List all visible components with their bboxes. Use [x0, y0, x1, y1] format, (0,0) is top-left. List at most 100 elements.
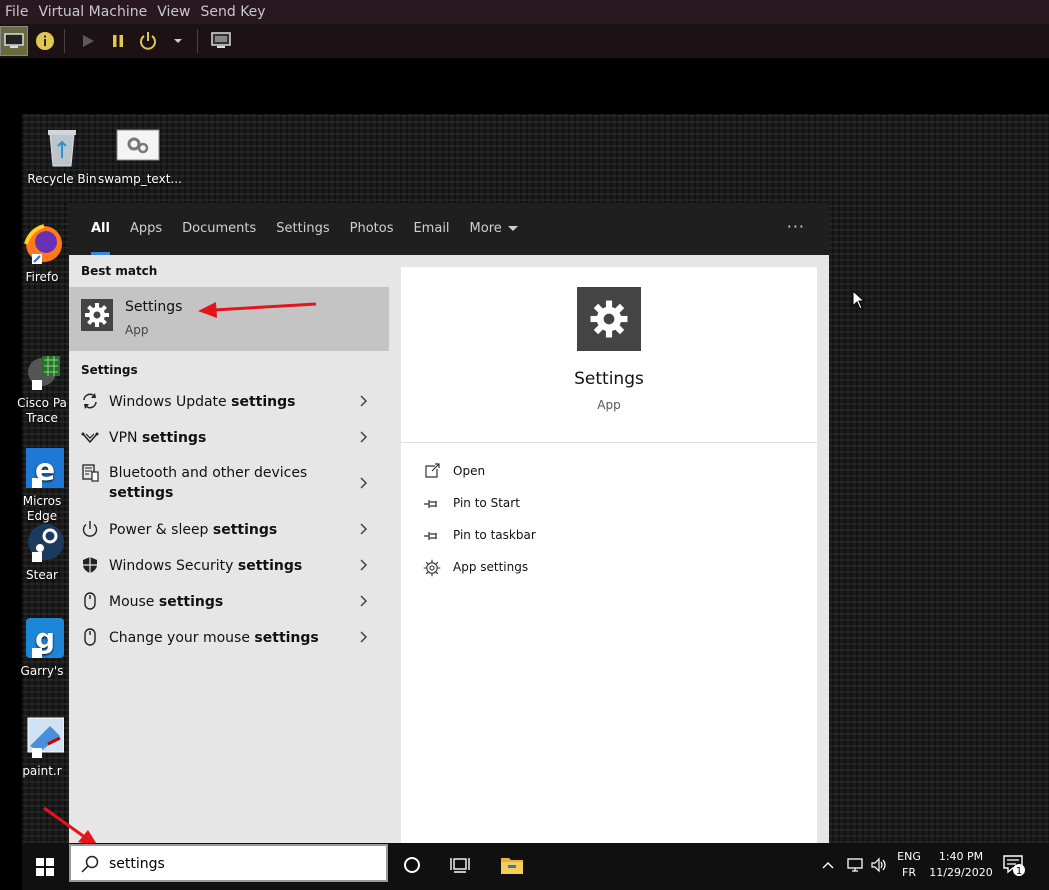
gear-icon [423, 559, 441, 577]
language-top: ENG [897, 850, 921, 863]
desktop-icon-label: swamp_text... [98, 172, 182, 186]
menu-virtual-machine[interactable]: Virtual Machine [33, 1, 152, 23]
chevron-right-icon[interactable] [355, 593, 371, 609]
monitor-icon[interactable] [0, 26, 28, 56]
sync-icon [81, 392, 99, 410]
shield-icon [81, 556, 99, 574]
chevron-right-icon[interactable] [355, 475, 371, 491]
toolbar-separator [197, 29, 198, 53]
chevron-right-icon[interactable] [355, 629, 371, 645]
preview-title: Settings [574, 369, 644, 389]
mouse-icon [81, 628, 99, 646]
result-label: Windows Update [109, 394, 232, 410]
taskbar-search-box[interactable] [69, 844, 388, 882]
fullscreen-icon[interactable] [208, 28, 234, 54]
result-change-mouse-settings[interactable]: Change your mouse settings [69, 619, 389, 655]
chevron-down-icon[interactable] [165, 28, 191, 54]
pin-icon [423, 495, 441, 513]
desktop-icon-garrys-mod[interactable]: g Garry's [14, 616, 70, 679]
more-options-icon[interactable]: ··· [787, 203, 805, 251]
tab-documents[interactable]: Documents [172, 203, 266, 255]
desktop-icon-swamp-text[interactable]: swamp_text... [98, 124, 182, 187]
firefox-icon [20, 222, 64, 266]
pause-icon[interactable] [105, 28, 131, 54]
result-windows-update-settings[interactable]: Windows Update settings [69, 383, 389, 419]
network-icon[interactable] [844, 851, 866, 879]
action-label: Pin to Start [453, 496, 520, 510]
result-label: Change your mouse [109, 630, 255, 646]
chevron-right-icon[interactable] [355, 429, 371, 445]
language-bottom: FR [902, 866, 916, 879]
result-label-bold: settings [254, 630, 319, 646]
devices-icon [81, 464, 99, 482]
settings-header: Settings [81, 363, 138, 377]
clock-date: 11/29/2020 [929, 866, 993, 879]
start-search-panel: All Apps Documents Settings Photos Email… [69, 203, 829, 843]
pin-icon [423, 527, 441, 545]
task-view-icon[interactable] [446, 851, 474, 879]
screen: File Virtual Machine View Send Key Recyc… [0, 0, 1049, 890]
desktop-icon-steam[interactable]: Stear [14, 520, 70, 583]
document-gear-icon [116, 124, 160, 168]
windows-start-icon[interactable] [22, 843, 68, 890]
menu-send-key[interactable]: Send Key [195, 1, 270, 23]
input-language[interactable]: ENG FR [894, 849, 924, 881]
power-icon[interactable] [135, 28, 161, 54]
search-tabs: All Apps Documents Settings Photos Email… [69, 203, 829, 255]
play-icon[interactable] [75, 28, 101, 54]
tab-all[interactable]: All [81, 203, 120, 255]
result-label-bold: settings [141, 430, 207, 446]
tab-email[interactable]: Email [403, 203, 459, 255]
desktop-icon-label: Garry's [20, 664, 64, 678]
result-label: Windows Security [109, 558, 238, 574]
action-pin-to-taskbar[interactable]: Pin to taskbar [423, 523, 803, 551]
chevron-right-icon[interactable] [355, 393, 371, 409]
search-icon [81, 855, 99, 873]
preview-pane: Settings App Open Pin to Start Pin to ta… [401, 267, 817, 843]
file-explorer-icon[interactable] [498, 851, 526, 879]
result-power-sleep-settings[interactable]: Power & sleep settings [69, 511, 389, 547]
result-vpn-settings[interactable]: VPN settings [69, 419, 389, 455]
action-pin-to-start[interactable]: Pin to Start [423, 491, 803, 519]
best-match-title: Settings [125, 299, 183, 315]
chevron-right-icon[interactable] [355, 557, 371, 573]
menu-view[interactable]: View [152, 1, 195, 23]
result-label: Mouse [109, 594, 159, 610]
desktop-icon-paint[interactable]: paint.r [14, 716, 70, 779]
result-label: Bluetooth and other devices [109, 465, 308, 481]
vm-border [0, 58, 1049, 114]
clock[interactable]: 1:40 PM 11/29/2020 [926, 849, 996, 881]
tab-more[interactable]: More [460, 203, 528, 255]
chevron-right-icon[interactable] [355, 521, 371, 537]
result-label-bold: settings [212, 522, 278, 538]
toolbar-separator [64, 29, 65, 53]
steam-icon [20, 520, 64, 564]
result-bluetooth-settings[interactable]: Bluetooth and other devices settings [69, 455, 389, 511]
result-windows-security-settings[interactable]: Windows Security settings [69, 547, 389, 583]
menu-file[interactable]: File [0, 1, 33, 23]
chevron-up-icon[interactable] [820, 851, 836, 879]
cisco-icon [20, 334, 64, 390]
result-label-bold: settings [158, 594, 224, 610]
tab-apps[interactable]: Apps [120, 203, 172, 255]
action-center-icon[interactable]: 1 [1000, 851, 1028, 879]
volume-icon[interactable] [868, 851, 890, 879]
tab-photos[interactable]: Photos [340, 203, 404, 255]
result-label-bold: settings [109, 485, 174, 501]
desktop-icon-firefox[interactable]: Firefo [14, 222, 70, 285]
info-icon[interactable] [32, 28, 58, 54]
notification-count: 1 [1016, 866, 1022, 877]
search-input[interactable] [109, 854, 369, 874]
result-mouse-settings[interactable]: Mouse settings [69, 583, 389, 619]
action-open[interactable]: Open [423, 459, 803, 487]
settings-gear-icon [577, 287, 641, 351]
cortana-icon[interactable] [398, 851, 426, 879]
vpn-icon [81, 428, 99, 446]
open-icon [423, 463, 441, 481]
desktop-icon-recycle-bin[interactable]: Recycle Bin [22, 124, 102, 187]
tab-settings[interactable]: Settings [266, 203, 339, 255]
power-icon [81, 520, 99, 538]
results-column: Best match Settings App Settings Windows… [69, 255, 389, 843]
result-label: VPN [109, 430, 142, 446]
action-app-settings[interactable]: App settings [423, 555, 803, 583]
